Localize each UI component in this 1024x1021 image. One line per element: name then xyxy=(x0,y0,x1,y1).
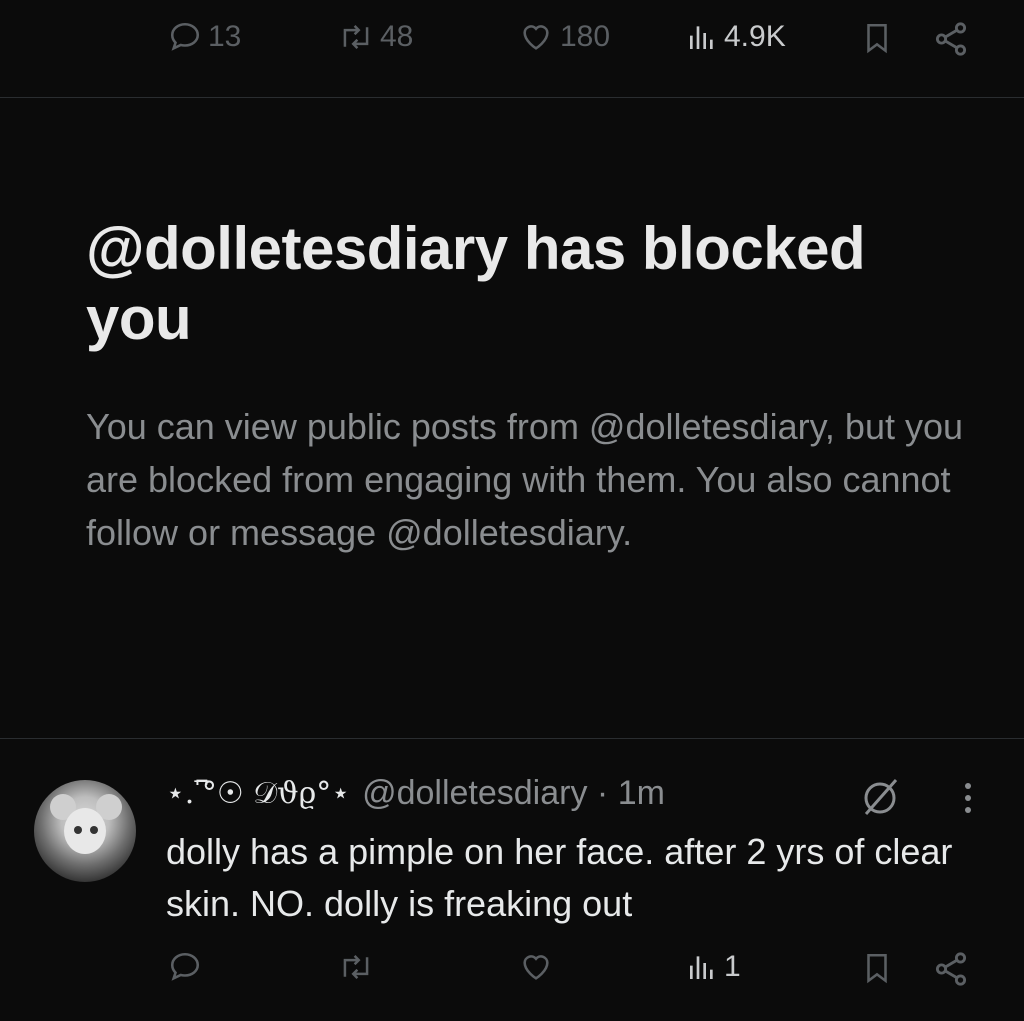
blocked-indicator xyxy=(858,776,904,823)
more-options-button[interactable] xyxy=(958,780,978,825)
bookmark-button[interactable] xyxy=(860,950,894,986)
user-handle[interactable]: @dolletesdiary xyxy=(362,774,587,813)
share-icon xyxy=(935,952,967,986)
post-text: dolly has a pimple on her face. after 2 … xyxy=(166,831,953,924)
like-icon xyxy=(523,955,549,980)
divider-top xyxy=(0,97,1024,98)
separator-dot: · xyxy=(587,774,618,812)
repost-icon xyxy=(343,955,369,979)
reply-button[interactable] xyxy=(168,950,202,984)
reply-icon xyxy=(170,952,200,981)
blocked-title: @dolletesdiary has blocked you xyxy=(86,215,866,352)
more-icon xyxy=(965,783,971,813)
blocked-description: You can view public posts from @dolletes… xyxy=(86,406,964,553)
avatar[interactable] xyxy=(34,780,136,882)
divider-bottom xyxy=(0,738,1024,739)
repost-button[interactable] xyxy=(338,950,374,984)
bookmark-icon xyxy=(867,953,887,984)
display-name[interactable]: ⋆. ̅͆°☉ 𝒟ϑϱ°⋆ xyxy=(166,776,350,811)
post-header: ⋆. ̅͆°☉ 𝒟ϑϱ°⋆ @dolletesdiary · 1m xyxy=(166,774,665,813)
views-button[interactable]: 1 xyxy=(686,950,741,984)
views-count: 1 xyxy=(724,950,741,983)
like-button[interactable] xyxy=(518,950,554,984)
post-action-bar: 1 xyxy=(0,0,1024,986)
post-time[interactable]: 1m xyxy=(618,774,665,813)
share-button[interactable] xyxy=(932,950,970,988)
views-icon xyxy=(690,956,713,979)
no-entry-icon xyxy=(864,779,898,815)
